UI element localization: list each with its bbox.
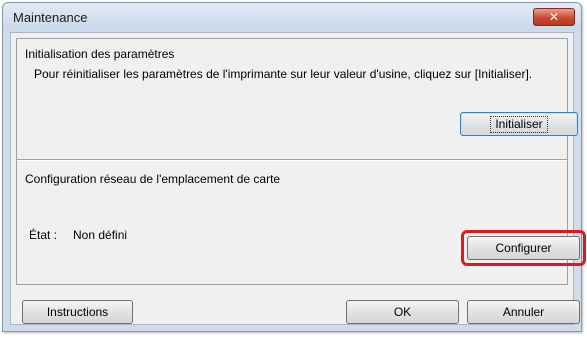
status-value: Non défini	[73, 228, 128, 242]
instructions-button[interactable]: Instructions	[22, 300, 133, 324]
title-bar[interactable]: Maintenance ✕	[3, 3, 581, 31]
close-icon: ✕	[548, 10, 560, 24]
initialize-button[interactable]: Initialiser	[460, 112, 578, 136]
ok-button[interactable]: OK	[346, 300, 459, 324]
network-section-heading: Configuration réseau de l'emplacement de…	[25, 172, 281, 186]
status-label: État :	[29, 228, 58, 242]
window-title: Maintenance	[13, 10, 88, 25]
settings-panel: Initialisation des paramètres Pour réini…	[16, 38, 586, 285]
configure-highlight-outline	[461, 230, 586, 266]
cancel-button[interactable]: Annuler	[467, 300, 580, 324]
section-divider	[17, 159, 567, 161]
close-button[interactable]: ✕	[533, 8, 575, 26]
initialize-button-label: Initialiser	[490, 116, 548, 133]
maintenance-dialog: Maintenance ✕ Initialisation des paramèt…	[2, 2, 586, 332]
dialog-content: Initialisation des paramètres Pour réini…	[10, 32, 586, 325]
init-section-heading: Initialisation des paramètres	[25, 47, 175, 61]
init-section-description: Pour réinitialiser les paramètres de l'i…	[34, 67, 533, 81]
